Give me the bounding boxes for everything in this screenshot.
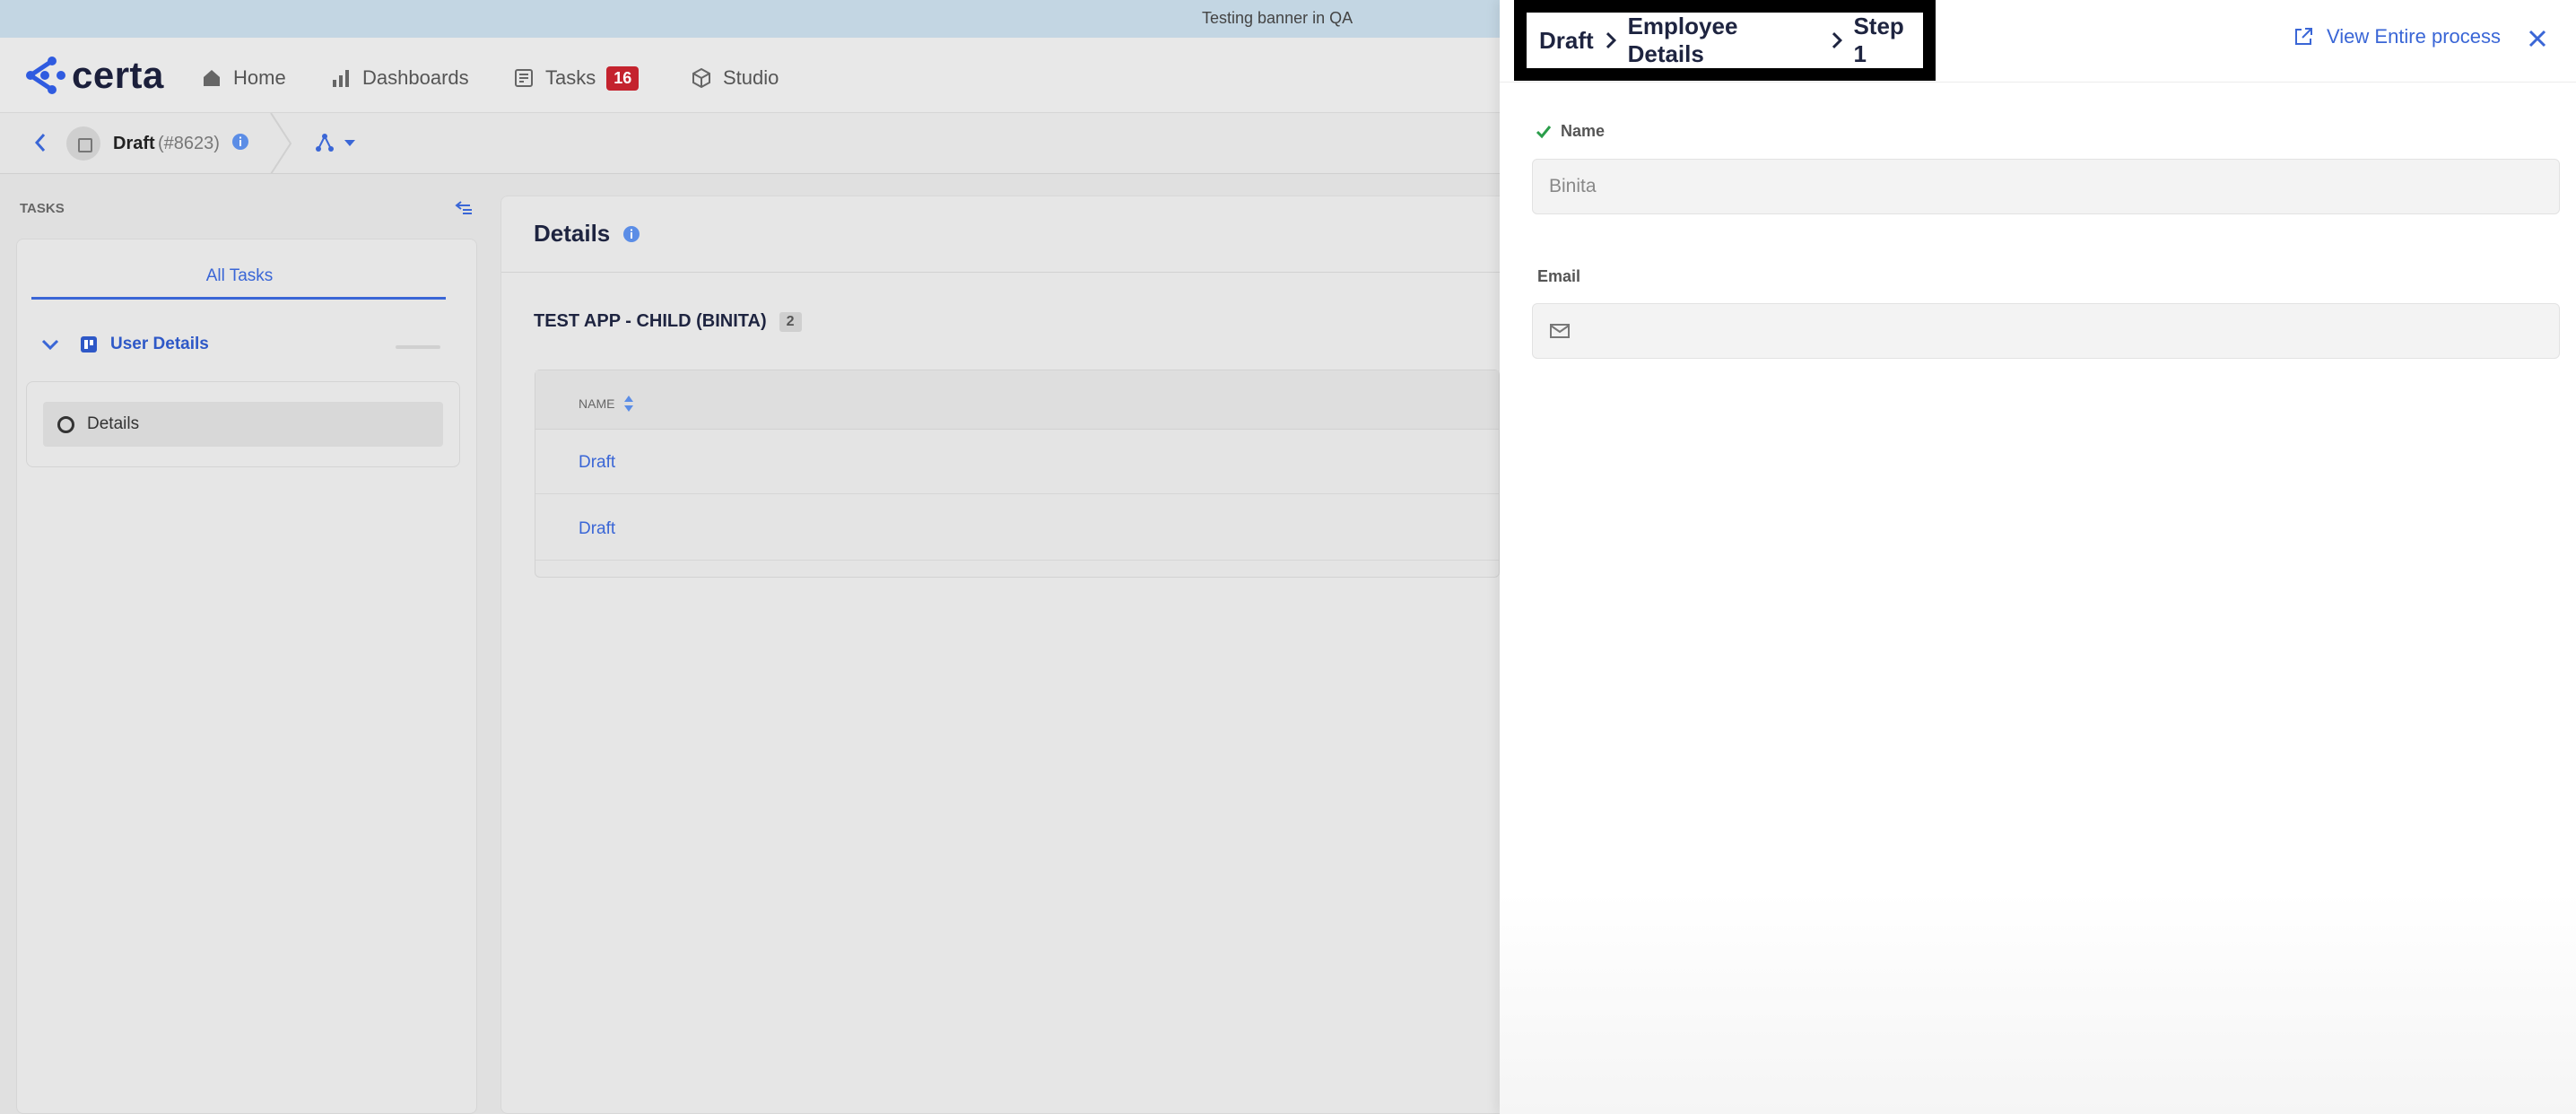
tasks-sidebar: TASKS All Tasks User Details Details <box>0 174 490 1114</box>
name-label-text: Name <box>1561 122 1606 140</box>
breadcrumb-item-draft[interactable]: Draft <box>1539 27 1594 55</box>
tasks-icon <box>515 69 533 87</box>
certa-logo-icon <box>26 57 65 94</box>
task-group-user-details[interactable]: User Details <box>40 335 209 354</box>
workflow-dropdown-icon[interactable] <box>312 131 361 154</box>
breadcrumb: Draft Employee Details Step 1 <box>1514 0 1936 81</box>
nav-studio[interactable]: Studio <box>691 65 779 91</box>
name-field[interactable]: Binita <box>1532 159 2560 214</box>
child-table: NAME Draft Draft <box>535 370 1500 578</box>
breadcrumb-item-step[interactable]: Step 1 <box>1853 13 1923 68</box>
email-label-text: Email <box>1537 267 1581 285</box>
task-group-label: User Details <box>110 335 209 353</box>
page-title-text: Details <box>534 220 611 247</box>
nav-tasks-label: Tasks <box>545 66 596 89</box>
info-icon[interactable] <box>231 133 249 151</box>
nav-home[interactable]: Home <box>201 65 286 91</box>
table-row: Draft <box>535 496 1499 561</box>
task-pending-icon <box>57 415 74 433</box>
chevron-right-icon <box>1832 32 1842 48</box>
process-status: Draft <box>113 134 155 153</box>
tab-all-tasks[interactable]: All Tasks <box>17 266 462 286</box>
sort-icon[interactable] <box>623 394 634 413</box>
row-link[interactable]: Draft <box>579 519 615 539</box>
column-header-label: NAME <box>579 396 615 411</box>
task-item-label: Details <box>87 414 140 433</box>
envelope-icon <box>1550 324 1570 338</box>
drawer-header: Draft Employee Details Step 1 View Entir… <box>1500 0 2576 83</box>
tasks-card: All Tasks User Details Details <box>16 239 477 1114</box>
name-field-value: Binita <box>1549 176 1597 196</box>
tasks-count-badge: 16 <box>606 65 640 91</box>
active-tab-underline <box>31 297 446 300</box>
view-entire-process-link[interactable]: View Entire process <box>2293 25 2501 48</box>
name-field-label: Name <box>1536 122 1605 141</box>
table-title-text: TEST APP - CHILD (BINITA) <box>534 311 767 331</box>
chevron-down-icon <box>41 339 59 351</box>
logo-text: certa <box>72 54 164 96</box>
column-header-name[interactable]: NAME <box>579 394 634 413</box>
chevron-right-icon <box>1606 32 1616 48</box>
row-link[interactable]: Draft <box>579 453 615 473</box>
table-count-badge: 2 <box>779 311 802 332</box>
status-indicator <box>66 126 100 161</box>
tasks-section-label: TASKS <box>20 201 65 216</box>
process-id: (#8623) <box>158 134 220 153</box>
collapse-sidebar-icon[interactable] <box>454 197 474 217</box>
info-icon[interactable] <box>622 225 640 243</box>
breadcrumb-item-employee-details[interactable]: Employee Details <box>1628 13 1820 68</box>
table-header: NAME <box>535 370 1499 430</box>
email-field[interactable] <box>1532 303 2560 359</box>
nav-tasks[interactable]: Tasks 16 <box>513 65 640 91</box>
back-chevron-icon[interactable] <box>30 131 50 154</box>
nav-dashboards-label: Dashboards <box>362 66 469 89</box>
nav-studio-label: Studio <box>723 66 779 89</box>
check-icon <box>1536 125 1552 138</box>
certa-logo[interactable]: certa <box>22 54 164 97</box>
email-field-label: Email <box>1537 267 1580 286</box>
view-entire-process-label: View Entire process <box>2327 25 2502 48</box>
task-list: Details <box>26 381 460 467</box>
form-icon <box>81 336 97 352</box>
task-group-progress <box>396 345 440 349</box>
close-icon[interactable] <box>2528 29 2547 48</box>
table-row: Draft <box>535 430 1499 494</box>
table-title: TEST APP - CHILD (BINITA) 2 <box>534 311 802 332</box>
banner-text: Testing banner in QA <box>1202 9 1353 27</box>
home-icon <box>204 70 220 86</box>
page-title: Details <box>534 220 640 248</box>
cube-icon <box>692 67 710 89</box>
bar-chart-icon <box>333 70 349 87</box>
breadcrumb-separator <box>270 113 292 174</box>
nav-dashboards[interactable]: Dashboards <box>330 65 469 91</box>
external-link-icon <box>2295 28 2312 45</box>
task-item-details[interactable]: Details <box>43 402 443 447</box>
step-drawer: Draft Employee Details Step 1 View Entir… <box>1500 0 2576 1114</box>
nav-home-label: Home <box>233 66 286 89</box>
